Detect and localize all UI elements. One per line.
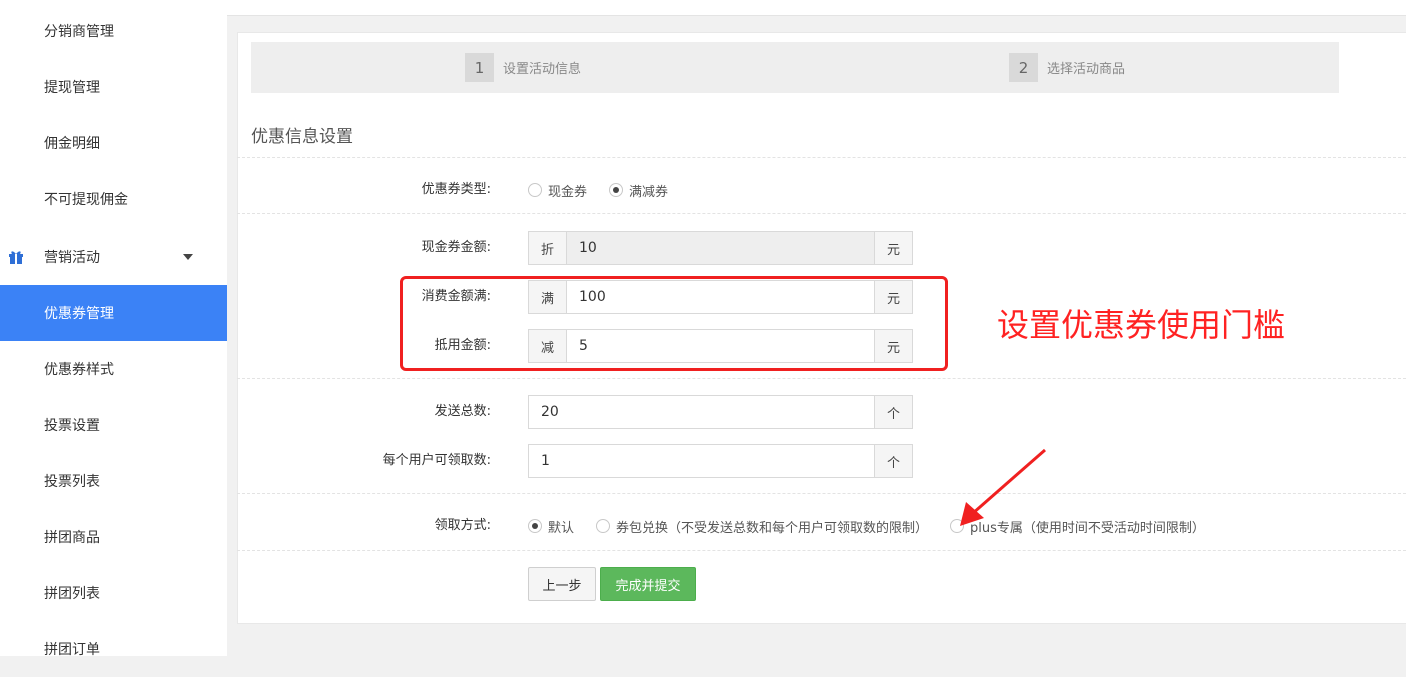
per-user-input-group: 1 个 — [528, 444, 913, 478]
sidebar-item-label: 投票设置 — [44, 418, 100, 434]
sidebar-item-label: 佣金明细 — [44, 136, 100, 152]
sidebar-item-label: 拼团列表 — [44, 586, 100, 602]
chevron-down-icon — [183, 254, 193, 260]
step-label: 设置活动信息 — [503, 62, 582, 77]
sidebar-item-label: 分销商管理 — [44, 24, 114, 40]
divider — [237, 550, 1406, 551]
prev-step-button[interactable]: 上一步 — [528, 567, 596, 601]
section-title: 优惠信息设置 — [251, 127, 353, 147]
sidebar-item-label: 拼团商品 — [44, 530, 100, 546]
radio-dot[interactable] — [528, 519, 542, 533]
sidebar-item-label: 不可提现佣金 — [44, 192, 128, 208]
sidebar-item-label: 投票列表 — [44, 474, 100, 490]
divider — [237, 213, 1406, 214]
cash-amount-row: 现金券金额: 折 10 元 — [237, 231, 1406, 265]
divider — [237, 378, 1406, 379]
step-1: 1 设置活动信息 — [465, 42, 581, 93]
radio-label: 券包兑换（不受发送总数和每个用户可领取数的限制） — [616, 520, 929, 536]
sidebar-item-coupon-manage[interactable]: 优惠券管理 — [0, 285, 227, 341]
radio-label: 默认 — [548, 520, 575, 536]
total-send-label: 发送总数: — [434, 404, 491, 419]
sidebar-item-withdraw[interactable]: 提现管理 — [0, 59, 227, 115]
step-number: 2 — [1009, 53, 1038, 82]
sidebar-item-vote-list[interactable]: 投票列表 — [0, 453, 227, 509]
per-user-input[interactable]: 1 — [529, 445, 874, 477]
sidebar-item-group-goods[interactable]: 拼团商品 — [0, 509, 227, 565]
sidebar-item-nonwithdrawable[interactable]: 不可提现佣金 — [0, 171, 227, 227]
input-prefix: 折 — [529, 232, 567, 264]
sidebar-item-distributor[interactable]: 分销商管理 — [0, 3, 227, 59]
sidebar-item-label: 营销活动 — [44, 250, 100, 266]
total-send-row: 发送总数: 20 个 — [237, 395, 1406, 429]
input-suffix: 元 — [874, 232, 912, 264]
divider — [237, 493, 1406, 494]
coupon-type-label: 优惠券类型: — [421, 182, 491, 197]
step-number: 1 — [465, 53, 494, 82]
total-send-input[interactable]: 20 — [529, 396, 874, 428]
top-bar — [227, 0, 1406, 16]
highlight-box — [400, 276, 948, 371]
radio-claim-wallet[interactable]: 券包兑换（不受发送总数和每个用户可领取数的限制） — [596, 517, 928, 536]
sidebar-item-label: 优惠券样式 — [44, 362, 114, 378]
annotation-text: 设置优惠券使用门槛 — [997, 306, 1286, 344]
claim-method-label: 领取方式: — [434, 518, 491, 533]
radio-label: 满减券 — [629, 184, 669, 200]
claim-method-radios: 默认 券包兑换（不受发送总数和每个用户可领取数的限制） plus专属（使用时间不… — [528, 509, 1227, 543]
sidebar-item-commission[interactable]: 佣金明细 — [0, 115, 227, 171]
step-progress: 1 设置活动信息 2 选择活动商品 — [251, 42, 1339, 93]
gift-icon — [9, 251, 23, 264]
input-suffix: 个 — [874, 396, 912, 428]
arrow-annotation-icon — [960, 448, 1046, 526]
cash-amount-label: 现金券金额: — [421, 240, 491, 255]
sidebar-item-coupon-style[interactable]: 优惠券样式 — [0, 341, 227, 397]
sidebar: 分销商管理 提现管理 佣金明细 不可提现佣金 营销活动 优惠券管理 优惠券样式 … — [0, 0, 227, 658]
per-user-label: 每个用户可领取数: — [382, 453, 491, 468]
coupon-type-radios: 现金券 满减券 — [528, 173, 690, 207]
per-user-row: 每个用户可领取数: 1 个 — [237, 444, 1406, 478]
radio-label: 现金券 — [548, 184, 588, 200]
radio-cash-coupon[interactable]: 现金券 — [528, 181, 587, 200]
step-label: 选择活动商品 — [1047, 62, 1126, 77]
sidebar-item-group-orders[interactable]: 拼团订单 — [0, 621, 227, 677]
sidebar-item-group-list[interactable]: 拼团列表 — [0, 565, 227, 621]
coupon-type-row: 优惠券类型: 现金券 满减券 — [237, 173, 1406, 207]
radio-dot[interactable] — [609, 183, 624, 197]
claim-method-row: 领取方式: 默认 券包兑换（不受发送总数和每个用户可领取数的限制） plus专属… — [237, 509, 1406, 543]
sidebar-group-marketing[interactable]: 营销活动 — [0, 229, 227, 285]
sidebar-item-vote-settings[interactable]: 投票设置 — [0, 397, 227, 453]
total-send-input-group: 20 个 — [528, 395, 913, 429]
sidebar-item-label: 提现管理 — [44, 80, 100, 96]
sidebar-item-label: 拼团订单 — [44, 642, 100, 658]
cash-amount-input-group: 折 10 元 — [528, 231, 913, 265]
divider — [237, 157, 1406, 158]
cash-amount-input[interactable]: 10 — [567, 232, 874, 264]
radio-dot[interactable] — [596, 519, 611, 533]
radio-claim-default[interactable]: 默认 — [528, 517, 574, 536]
input-suffix: 个 — [874, 445, 912, 477]
sidebar-item-label: 优惠券管理 — [44, 306, 114, 322]
submit-button[interactable]: 完成并提交 — [600, 567, 696, 601]
step-2: 2 选择活动商品 — [1009, 42, 1125, 93]
radio-discount-coupon[interactable]: 满减券 — [609, 181, 668, 200]
radio-dot[interactable] — [528, 183, 542, 197]
